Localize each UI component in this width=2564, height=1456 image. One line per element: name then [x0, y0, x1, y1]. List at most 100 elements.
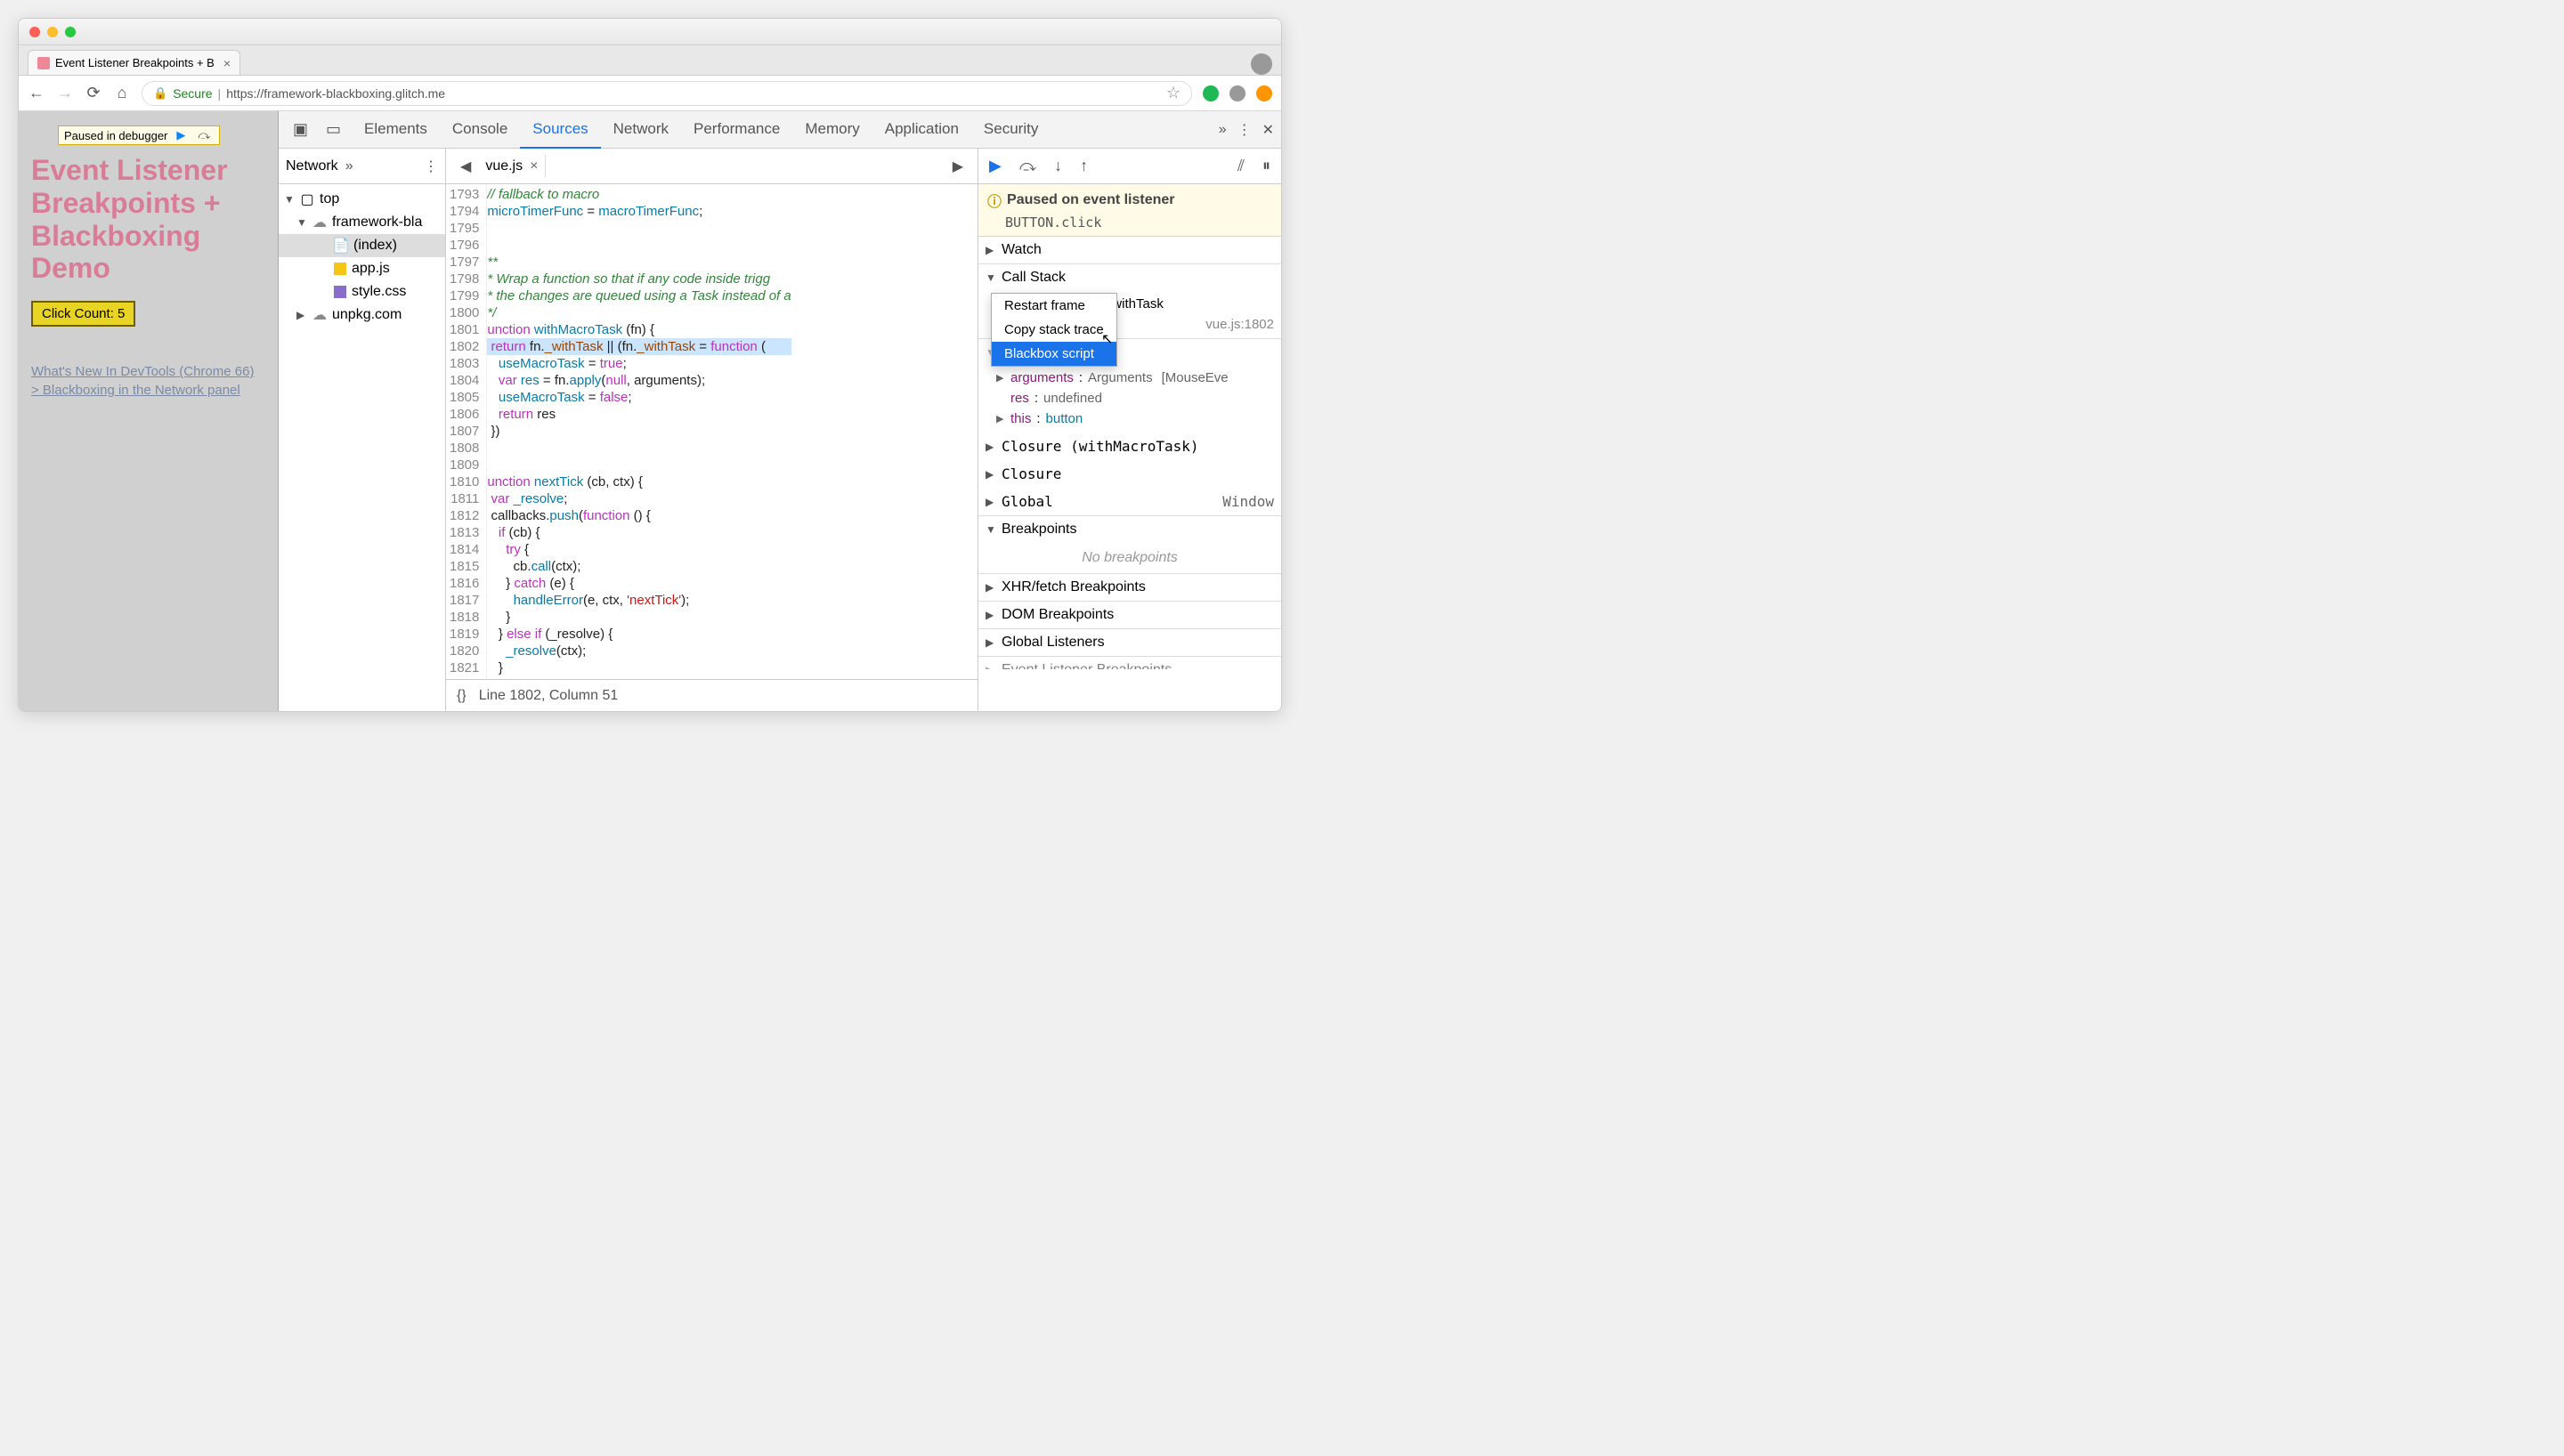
panel-title: Call Stack [1002, 270, 1066, 286]
nav-right-icon[interactable]: ▶ [945, 158, 970, 175]
file-tab-vuejs[interactable]: vue.js × [478, 155, 546, 178]
xhr-header[interactable]: ▶ XHR/fetch Breakpoints [978, 574, 1281, 601]
devtools-menu-icon[interactable]: ⋮ [1237, 121, 1252, 139]
browser-tab-active[interactable]: Event Listener Breakpoints + B × [28, 50, 240, 75]
chevron-right-icon: ▶ [986, 581, 996, 594]
reload-button[interactable]: ⟳ [85, 85, 102, 102]
step-out-button[interactable]: ↑ [1076, 155, 1091, 177]
watch-header[interactable]: ▶ Watch [978, 237, 1281, 263]
close-window-button[interactable] [29, 27, 40, 37]
info-icon: ⓘ [987, 190, 1002, 211]
tree-file-stylecss[interactable]: style.css [279, 280, 445, 303]
editor-header: ◀ vue.js × ▶ [446, 149, 978, 184]
devtools-tab-console[interactable]: Console [440, 111, 520, 149]
lock-icon: 🔒 [153, 86, 167, 101]
panel-title: Watch [1002, 242, 1042, 258]
context-menu-item[interactable]: Restart frame [992, 294, 1116, 318]
event-bp-panel: ▶ Event Listener Breakpoints [978, 657, 1281, 669]
event-bp-header[interactable]: ▶ Event Listener Breakpoints [978, 657, 1281, 669]
global-header[interactable]: ▶ Global Window [978, 488, 1281, 515]
extension-icon-2[interactable] [1229, 85, 1245, 101]
chevron-right-icon: ▶ [986, 636, 996, 649]
extension-icon-3[interactable] [1256, 85, 1272, 101]
chevron-right-icon: ▶ [986, 468, 996, 481]
bookmark-star-icon[interactable]: ☆ [1166, 84, 1181, 102]
scope-key: arguments [1010, 370, 1074, 385]
step-over-button[interactable]: ⤼ [1016, 155, 1040, 177]
more-tabs-icon[interactable]: » [1219, 122, 1227, 138]
dom-bp-header[interactable]: ▶ DOM Breakpoints [978, 602, 1281, 628]
deactivate-breakpoints-button[interactable]: ⫽ [1234, 155, 1248, 177]
devtools-tab-network[interactable]: Network [601, 111, 681, 149]
code-area[interactable]: 1793179417951796179717981799180018011802… [446, 184, 978, 679]
tree-domain-1[interactable]: ▼ ☁ framework-bla [279, 211, 445, 234]
closure2-header[interactable]: ▶ Closure [978, 460, 1281, 488]
content-row: Paused in debugger ▶ ⤼ Event Listener Br… [19, 111, 1281, 711]
chevron-right-icon: ▶ [986, 441, 996, 453]
resume-button[interactable]: ▶ [986, 155, 1005, 177]
pause-on-exceptions-button[interactable]: ⏸ [1259, 155, 1274, 177]
devtools-tab-elements[interactable]: Elements [352, 111, 440, 149]
paused-resume-icon[interactable]: ▶ [173, 128, 189, 142]
page-title: Event Listener Breakpoints + Blackboxing… [31, 154, 265, 285]
profile-avatar-button[interactable] [1251, 53, 1272, 75]
close-file-icon[interactable]: × [530, 158, 538, 174]
devtools-tab-security[interactable]: Security [971, 111, 1051, 149]
code-editor: ◀ vue.js × ▶ 179317941795179617971798179… [446, 149, 978, 711]
devtools-tab-memory[interactable]: Memory [792, 111, 872, 149]
devtools-tab-application[interactable]: Application [872, 111, 971, 149]
editor-status-bar: {} Line 1802, Column 51 [446, 679, 978, 711]
extension-icon-1[interactable] [1203, 85, 1219, 101]
paused-step-icon[interactable]: ⤼ [194, 128, 214, 142]
file-tree: ▼ ▢ top ▼ ☁ framework-bla 📄 (index) [279, 184, 445, 330]
context-menu-item[interactable]: Blackbox script [992, 342, 1116, 366]
panel-title: Breakpoints [1002, 522, 1077, 538]
navigator-tab[interactable]: Network [286, 158, 338, 174]
page-link[interactable]: What's New In DevTools (Chrome 66) > Bla… [31, 362, 265, 400]
devtools-tab-performance[interactable]: Performance [681, 111, 792, 149]
tree-label: framework-bla [332, 214, 422, 231]
devtools-tab-sources[interactable]: Sources [520, 111, 600, 149]
global-listeners-header[interactable]: ▶ Global Listeners [978, 629, 1281, 656]
tree-file-index[interactable]: 📄 (index) [279, 234, 445, 257]
close-tab-icon[interactable]: × [223, 56, 231, 70]
maximize-window-button[interactable] [65, 27, 76, 37]
page-content: Paused in debugger ▶ ⤼ Event Listener Br… [19, 111, 279, 711]
callstack-header[interactable]: ▼ Call Stack [978, 264, 1281, 291]
scope-arguments[interactable]: ▶ arguments: Arguments [MouseEve [978, 368, 1281, 388]
scope-res[interactable]: res: undefined [978, 388, 1281, 408]
devtools-tabs: ElementsConsoleSourcesNetworkPerformance… [352, 111, 1051, 149]
step-into-button[interactable]: ↓ [1051, 155, 1066, 177]
home-button[interactable]: ⌂ [113, 85, 131, 102]
navigator-expand-icon[interactable]: » [345, 158, 353, 174]
tree-top[interactable]: ▼ ▢ top [279, 188, 445, 211]
navigator-menu-icon[interactable]: ⋮ [424, 158, 438, 175]
forward-button[interactable]: → [56, 85, 74, 102]
closure1-header[interactable]: ▶ Closure (withMacroTask) [978, 433, 1281, 460]
url-bar: ← → ⟳ ⌂ 🔒 Secure | https://framework-bla… [19, 76, 1281, 111]
scope-this[interactable]: ▶ this: button [978, 408, 1281, 429]
url-input[interactable]: 🔒 Secure | https://framework-blackboxing… [142, 81, 1192, 106]
tree-file-appjs[interactable]: app.js [279, 257, 445, 280]
click-count-button[interactable]: Click Count: 5 [31, 301, 135, 327]
inspect-element-icon[interactable]: ▣ [286, 117, 315, 142]
braces-icon[interactable]: {} [457, 688, 467, 704]
back-button[interactable]: ← [28, 85, 45, 102]
minimize-window-button[interactable] [47, 27, 58, 37]
panel-title: Global [1002, 493, 1053, 510]
close-devtools-icon[interactable]: ✕ [1262, 121, 1274, 139]
tree-label: app.js [352, 261, 390, 277]
chevron-right-icon: ▶ [986, 244, 996, 256]
chevron-right-icon: ▶ [986, 496, 996, 508]
device-toolbar-icon[interactable]: ▭ [319, 117, 348, 142]
titlebar [19, 19, 1281, 45]
chevron-down-icon: ▼ [296, 216, 307, 229]
breakpoints-header[interactable]: ▼ Breakpoints [978, 516, 1281, 543]
chevron-down-icon: ▼ [986, 271, 996, 284]
global-value: Window [1222, 493, 1274, 510]
context-menu-item[interactable]: Copy stack trace [992, 318, 1116, 342]
scope-val: Arguments [1088, 370, 1153, 385]
nav-left-icon[interactable]: ◀ [453, 158, 478, 175]
tree-domain-2[interactable]: ▶ ☁ unpkg.com [279, 303, 445, 327]
scope-extra: [MouseEve [1162, 370, 1229, 385]
